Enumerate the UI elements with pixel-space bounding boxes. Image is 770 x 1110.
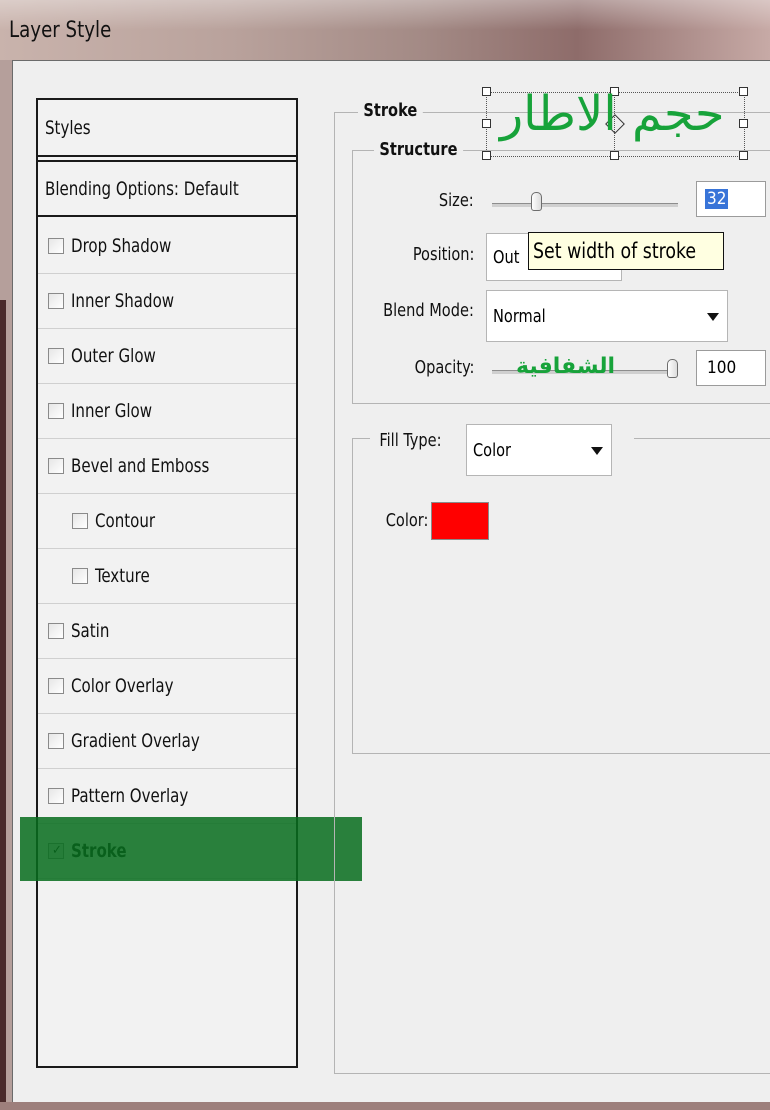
opacity-input[interactable]: 100 bbox=[696, 350, 766, 386]
style-item-label: Gradient Overlay bbox=[71, 730, 200, 752]
checkbox-icon[interactable] bbox=[48, 623, 64, 639]
position-label: Position: bbox=[412, 244, 474, 265]
style-item-label: Inner Shadow bbox=[71, 290, 175, 312]
style-item-drop-shadow[interactable]: Drop Shadow bbox=[38, 219, 296, 274]
style-item-pattern-overlay[interactable]: Pattern Overlay bbox=[38, 769, 296, 824]
style-item-inner-glow[interactable]: Inner Glow bbox=[38, 384, 296, 439]
checkbox-icon[interactable] bbox=[48, 733, 64, 749]
style-item-label: Outer Glow bbox=[71, 345, 156, 367]
size-slider-track[interactable] bbox=[492, 203, 678, 207]
size-tooltip: Set width of stroke bbox=[528, 232, 724, 270]
styles-list: Styles Blending Options: Default Drop Sh… bbox=[36, 98, 298, 1068]
style-item-texture[interactable]: Texture bbox=[38, 549, 296, 604]
color-label: Color: bbox=[385, 510, 428, 531]
opacity-slider-thumb[interactable] bbox=[667, 359, 678, 378]
style-item-label: Texture bbox=[95, 565, 150, 587]
style-item-inner-shadow[interactable]: Inner Shadow bbox=[38, 274, 296, 329]
style-item-gradient-overlay[interactable]: Gradient Overlay bbox=[38, 714, 296, 769]
checkbox-icon[interactable] bbox=[48, 458, 64, 474]
style-item-outer-glow[interactable]: Outer Glow bbox=[38, 329, 296, 384]
size-label: Size: bbox=[439, 190, 474, 211]
checkbox-icon[interactable] bbox=[48, 403, 64, 419]
fill-type-value: Color bbox=[473, 439, 512, 461]
chevron-down-icon bbox=[707, 313, 719, 321]
size-value: 32 bbox=[705, 189, 729, 209]
size-annotation: حجم الاطار bbox=[500, 86, 725, 142]
selection-handle[interactable] bbox=[739, 87, 748, 96]
selection-handle[interactable] bbox=[482, 119, 491, 128]
style-item-satin[interactable]: Satin bbox=[38, 604, 296, 659]
title-bar[interactable] bbox=[0, 0, 770, 60]
checkbox-icon[interactable] bbox=[72, 513, 88, 529]
opacity-label: Opacity: bbox=[414, 357, 474, 378]
window-title: Layer Style bbox=[9, 18, 112, 43]
size-slider-thumb[interactable] bbox=[530, 192, 542, 211]
style-item-color-overlay[interactable]: Color Overlay bbox=[38, 659, 296, 714]
style-item-label: Bevel and Emboss bbox=[71, 455, 210, 477]
styles-header-divider bbox=[38, 160, 296, 162]
checkbox-icon[interactable] bbox=[48, 238, 64, 254]
opacity-annotation: الشفافية bbox=[516, 354, 616, 379]
style-item-label: Pattern Overlay bbox=[71, 785, 189, 807]
checkbox-icon[interactable] bbox=[48, 348, 64, 364]
style-item-bevel-and-emboss[interactable]: Bevel and Emboss bbox=[38, 439, 296, 494]
selection-handle[interactable] bbox=[739, 119, 748, 128]
styles-header[interactable]: Styles bbox=[38, 100, 296, 157]
checkbox-icon[interactable] bbox=[48, 293, 64, 309]
selection-handle[interactable] bbox=[482, 151, 491, 160]
window-frame-bottom bbox=[0, 1102, 770, 1110]
tooltip-text: Set width of stroke bbox=[533, 239, 697, 263]
fill-type-groupbox bbox=[352, 438, 770, 754]
blending-options-label: Blending Options: Default bbox=[45, 178, 239, 200]
selection-handle[interactable] bbox=[739, 151, 748, 160]
styles-header-label: Styles bbox=[45, 116, 91, 139]
chevron-down-icon bbox=[591, 447, 603, 455]
checkbox-icon[interactable] bbox=[48, 678, 64, 694]
style-item-label: Drop Shadow bbox=[71, 235, 172, 257]
title-bar-gloss bbox=[0, 0, 770, 30]
style-item-label: Contour bbox=[95, 510, 156, 532]
opacity-value: 100 bbox=[707, 358, 737, 378]
style-item-label: Color Overlay bbox=[71, 675, 174, 697]
structure-legend: Structure bbox=[374, 139, 463, 160]
selection-handle[interactable] bbox=[482, 87, 491, 96]
selection-handle[interactable] bbox=[610, 151, 619, 160]
size-input[interactable]: 32 bbox=[696, 181, 766, 217]
style-item-label: Satin bbox=[71, 620, 110, 642]
stroke-item-highlight bbox=[20, 817, 362, 881]
blend-mode-label: Blend Mode: bbox=[383, 300, 474, 321]
color-swatch[interactable] bbox=[431, 502, 489, 540]
blend-mode-value: Normal bbox=[493, 305, 546, 327]
fill-type-label: Fill Type: bbox=[374, 430, 447, 451]
fill-type-select[interactable]: Color bbox=[466, 424, 612, 476]
position-value: Out bbox=[493, 246, 520, 268]
blend-mode-select[interactable]: Normal bbox=[486, 290, 728, 342]
checkbox-icon[interactable] bbox=[72, 568, 88, 584]
checkbox-icon[interactable] bbox=[48, 788, 64, 804]
style-item-label: Inner Glow bbox=[71, 400, 153, 422]
style-item-contour[interactable]: Contour bbox=[38, 494, 296, 549]
blending-options-item[interactable]: Blending Options: Default bbox=[38, 163, 296, 217]
window-frame-left-shadow bbox=[0, 300, 6, 1110]
stroke-legend: Stroke bbox=[358, 100, 423, 121]
